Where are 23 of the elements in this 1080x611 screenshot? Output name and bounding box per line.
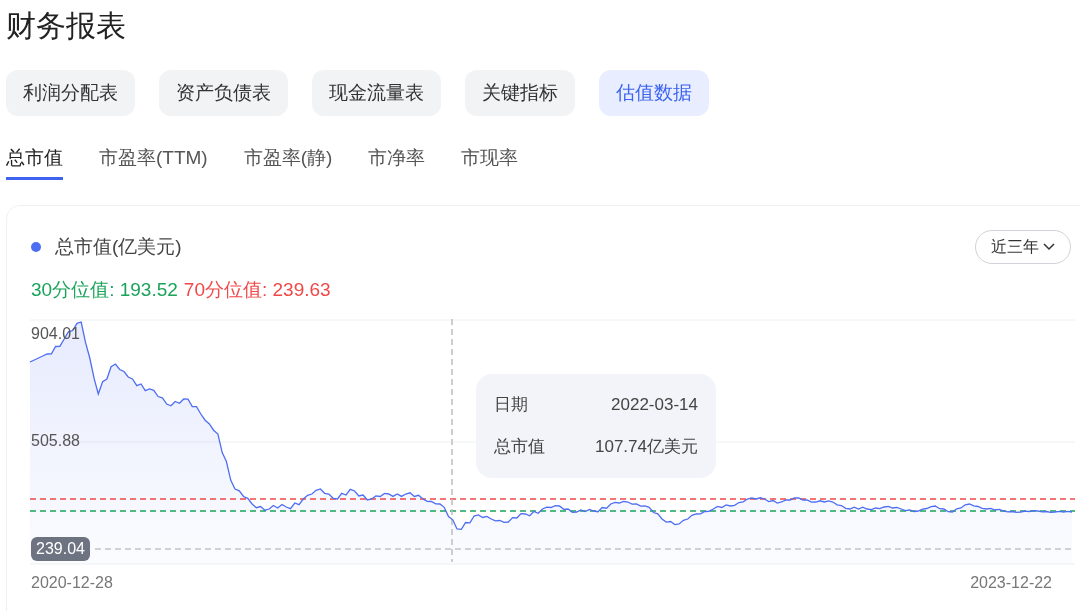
- report-tab[interactable]: 关键指标: [465, 70, 575, 116]
- tooltip-label: 日期: [494, 393, 528, 416]
- y-axis-label: 505.88: [31, 430, 80, 451]
- page-title: 财务报表: [5, 8, 127, 44]
- pointer-label: 239.04: [31, 536, 90, 561]
- percentile-value: 30分位值: 193.52: [31, 278, 178, 302]
- legend-label: 总市值(亿美元): [55, 234, 182, 259]
- report-tab[interactable]: 资产负债表: [159, 70, 288, 116]
- report-tab[interactable]: 估值数据: [599, 70, 709, 116]
- metric-tab[interactable]: 市盈率(TTM): [99, 140, 208, 180]
- tooltip-value: 2022-03-14: [611, 393, 698, 416]
- x-axis-label: 2020-12-28: [31, 572, 113, 593]
- tooltip-value: 107.74亿美元: [595, 435, 698, 458]
- tooltip-label: 总市值: [494, 435, 545, 458]
- metric-tab[interactable]: 市盈率(静): [243, 140, 333, 180]
- chevron-down-icon: [1043, 243, 1055, 251]
- report-tab[interactable]: 利润分配表: [6, 70, 135, 116]
- x-axis-label: 2023-12-22: [970, 572, 1052, 593]
- metric-tab[interactable]: 总市值: [6, 140, 63, 180]
- metric-tab[interactable]: 市净率: [368, 140, 426, 180]
- metric-tab[interactable]: 市现率: [461, 140, 519, 180]
- report-tab[interactable]: 现金流量表: [312, 70, 441, 116]
- percentile-value: 70分位值: 239.63: [183, 278, 331, 302]
